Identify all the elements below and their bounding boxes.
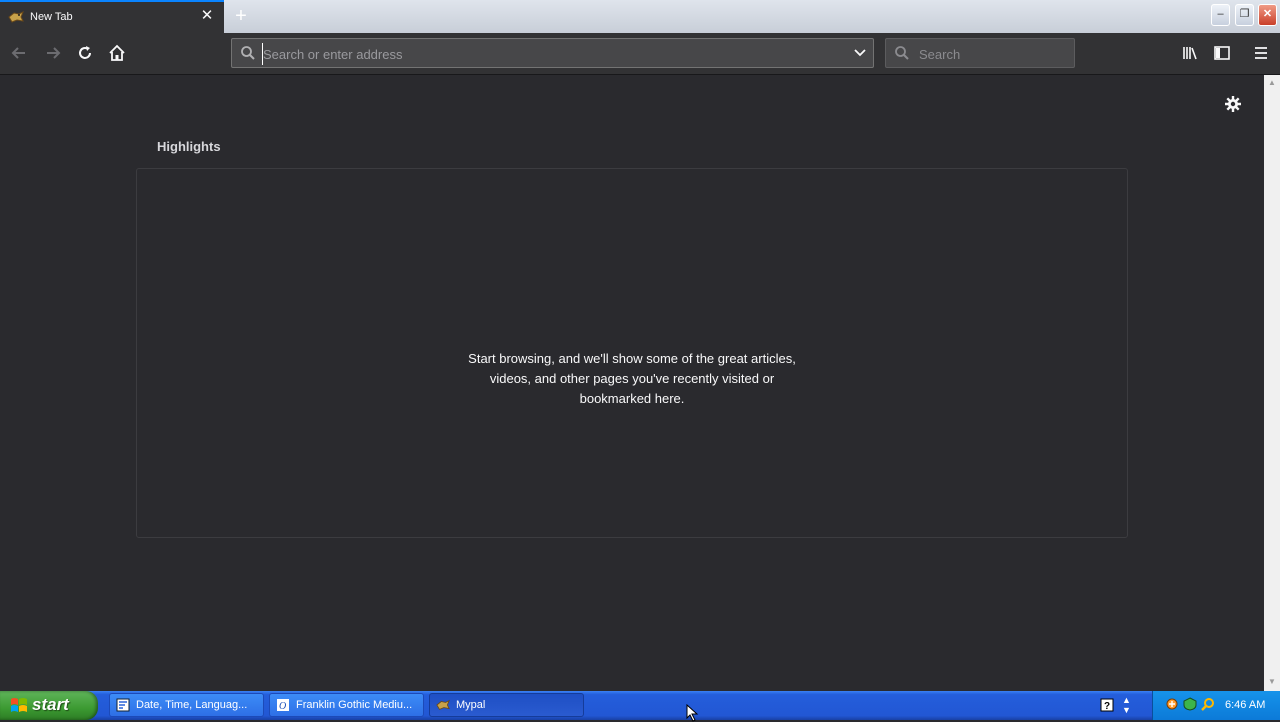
clock[interactable]: 6:46 AM — [1225, 699, 1265, 711]
control-panel-icon — [116, 698, 130, 712]
mypal-icon — [8, 10, 24, 23]
url-bar[interactable] — [231, 38, 874, 68]
search-input[interactable] — [917, 43, 1071, 65]
search-icon — [895, 46, 909, 60]
forward-arrow-icon — [47, 47, 61, 59]
tray-expand-icon[interactable]: ▲ ▼ — [1122, 695, 1136, 715]
network-icon[interactable] — [1165, 697, 1179, 711]
tab-title: New Tab — [30, 11, 73, 23]
new-tab-button[interactable]: + — [232, 6, 250, 26]
search-bar[interactable] — [885, 38, 1075, 68]
mypal-icon — [436, 699, 450, 710]
hamburger-menu-icon — [1255, 47, 1267, 59]
highlights-empty-message: Start browsing, and we'll show some of t… — [137, 349, 1127, 409]
mouse-cursor-icon — [686, 704, 699, 722]
tab-strip: New Tab ✕ + – ❐ ✕ — [0, 0, 1280, 34]
magnifier-icon[interactable] — [1201, 697, 1215, 711]
nav-toolbar — [0, 33, 1280, 75]
taskbar-item-label: Date, Time, Languag... — [136, 699, 248, 711]
reload-button[interactable] — [75, 43, 95, 63]
highlights-section: Start browsing, and we'll show some of t… — [136, 168, 1128, 538]
windows-logo-icon — [11, 698, 27, 712]
taskbar-item-label: Franklin Gothic Mediu... — [296, 699, 413, 711]
empty-message-line: videos, and other pages you've recently … — [489, 371, 775, 386]
taskbar: start Date, Time, Languag... O Franklin … — [0, 691, 1280, 720]
start-button[interactable]: start — [0, 691, 98, 720]
taskbar-item-mypal[interactable]: Mypal — [429, 693, 584, 717]
svg-text:?: ? — [1104, 701, 1110, 712]
home-button[interactable] — [107, 43, 127, 63]
home-icon — [109, 44, 125, 61]
back-button[interactable] — [9, 43, 29, 63]
sidebar-button[interactable] — [1212, 43, 1232, 63]
help-icon[interactable]: ? — [1100, 698, 1114, 712]
forward-button[interactable] — [43, 43, 63, 63]
url-input[interactable] — [262, 43, 845, 65]
minimize-button[interactable]: – — [1211, 4, 1230, 26]
security-icon[interactable] — [1183, 697, 1197, 711]
empty-message-line: bookmarked here. — [579, 391, 685, 406]
tab-new-tab[interactable]: New Tab ✕ — [0, 0, 224, 33]
taskbar-item-franklin-gothic[interactable]: O Franklin Gothic Mediu... — [269, 693, 424, 717]
taskbar-item-label: Mypal — [456, 699, 486, 711]
restore-button[interactable]: ❐ — [1235, 4, 1254, 26]
taskbar-item-date-time[interactable]: Date, Time, Languag... — [109, 693, 264, 717]
library-button[interactable] — [1180, 43, 1200, 63]
new-tab-page: Highlights Start browsing, and we'll sho… — [0, 75, 1264, 691]
system-tray: 6:46 AM — [1152, 691, 1280, 720]
gear-icon[interactable] — [1224, 95, 1242, 113]
back-arrow-icon — [11, 47, 25, 59]
chevron-down-icon[interactable] — [853, 46, 867, 60]
start-label: start — [32, 695, 69, 714]
window-close-button[interactable]: ✕ — [1258, 4, 1277, 26]
reload-icon — [79, 46, 91, 59]
scroll-down-icon[interactable]: ▼ — [1267, 677, 1277, 687]
font-icon: O — [277, 699, 289, 712]
sidebar-icon — [1214, 46, 1230, 60]
scroll-up-icon[interactable]: ▲ — [1267, 78, 1277, 88]
library-icon — [1183, 47, 1197, 60]
empty-message-line: Start browsing, and we'll show some of t… — [468, 351, 796, 366]
tab-close-icon[interactable]: ✕ — [199, 8, 215, 24]
menu-button[interactable] — [1251, 43, 1271, 63]
highlights-heading: Highlights — [157, 139, 221, 154]
svg-text:O: O — [279, 701, 286, 712]
search-icon — [241, 46, 255, 60]
vertical-scrollbar[interactable]: ▲ ▼ — [1264, 75, 1280, 691]
